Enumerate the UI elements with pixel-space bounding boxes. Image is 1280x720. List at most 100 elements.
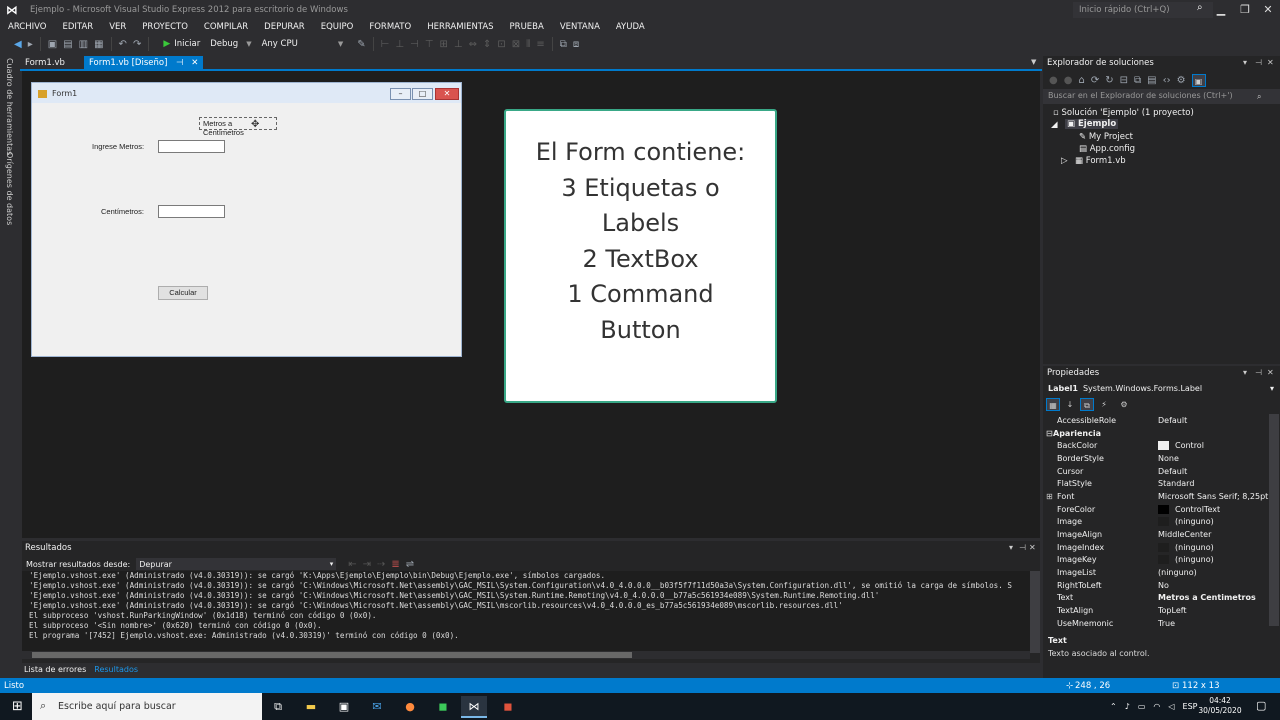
calculate-button[interactable]: Calcular bbox=[158, 286, 208, 300]
property-value[interactable]: (ninguno) bbox=[1158, 517, 1214, 527]
property-row[interactable]: Text Metros a Centimetros bbox=[1043, 592, 1269, 605]
menu-depurar[interactable]: DEPURAR bbox=[264, 22, 305, 32]
output-horizontal-scrollbar[interactable] bbox=[22, 651, 1030, 659]
tab-output[interactable]: Resultados bbox=[94, 665, 138, 674]
property-row[interactable]: ImageList (ninguno) bbox=[1043, 566, 1269, 579]
centimeters-textbox[interactable] bbox=[158, 205, 225, 218]
property-row[interactable]: RightToLeft No bbox=[1043, 579, 1269, 592]
make-same-size-icon[interactable]: ⊡ bbox=[497, 39, 505, 50]
output-text[interactable]: 'Ejemplo.vshost.exe' (Administrado (v4.0… bbox=[22, 571, 1030, 653]
chevron-down-icon[interactable]: ▼ bbox=[1031, 58, 1036, 66]
recorder-icon[interactable]: ◼ bbox=[495, 696, 521, 718]
make-same-width-icon[interactable]: ⇔ bbox=[469, 39, 477, 50]
menu-ver[interactable]: VER bbox=[109, 22, 126, 32]
store-icon[interactable]: ▣ bbox=[331, 696, 357, 718]
solution-search-input[interactable]: Buscar en el Explorador de soluciones (C… bbox=[1043, 89, 1280, 104]
property-value[interactable]: Microsoft Sans Serif; 8,25pt bbox=[1158, 492, 1268, 501]
property-row[interactable]: TextAlign TopLeft bbox=[1043, 604, 1269, 617]
property-row[interactable]: BorderStyle None bbox=[1043, 452, 1269, 465]
windows-start-icon[interactable]: ⊞ bbox=[12, 699, 23, 714]
view-code-icon[interactable]: ‹› bbox=[1163, 75, 1171, 86]
pin-icon[interactable]: ⊣ bbox=[1019, 543, 1026, 552]
clear-all-icon[interactable]: ≣ bbox=[391, 559, 399, 570]
send-to-back-icon[interactable]: ⧈ bbox=[573, 39, 579, 50]
menu-ventana[interactable]: VENTANA bbox=[560, 22, 600, 32]
forward-icon[interactable]: ● bbox=[1064, 75, 1073, 86]
close-button[interactable]: ✕ bbox=[1257, 1, 1279, 19]
property-row[interactable]: Image (ninguno) bbox=[1043, 516, 1269, 529]
word-wrap-icon[interactable]: ⇌ bbox=[406, 559, 414, 570]
properties-view-icon[interactable]: ⧉ bbox=[1080, 397, 1094, 411]
goto-icon[interactable]: ⇢ bbox=[377, 559, 385, 570]
quick-launch-input[interactable]: Inicio rápido (Ctrl+Q) bbox=[1073, 2, 1213, 18]
property-value[interactable]: ControlText bbox=[1158, 504, 1220, 514]
bring-to-front-icon[interactable]: ⧉ bbox=[560, 39, 567, 50]
property-row[interactable]: UseMnemonic True bbox=[1043, 617, 1269, 630]
property-value[interactable]: (ninguno) bbox=[1158, 568, 1197, 577]
view-designer-icon[interactable]: ▣ bbox=[1191, 73, 1206, 87]
chevron-down-icon[interactable]: ▾ bbox=[1009, 543, 1013, 552]
align-lefts-icon[interactable]: ⊢ bbox=[381, 39, 390, 50]
menu-formato[interactable]: FORMATO bbox=[369, 22, 411, 32]
property-value[interactable]: True bbox=[1158, 619, 1175, 628]
chevron-down-icon[interactable]: ▾ bbox=[1243, 368, 1247, 377]
taskbar-search-input[interactable]: Escribe aquí para buscar bbox=[32, 693, 262, 720]
configuration-select[interactable]: Debug ▼ bbox=[210, 39, 251, 49]
pin-icon[interactable]: ⊣ bbox=[1255, 58, 1262, 67]
property-row[interactable]: ForeColor ControlText bbox=[1043, 503, 1269, 516]
align-bottoms-icon[interactable]: ⊥ bbox=[454, 39, 463, 50]
property-value[interactable]: MiddleCenter bbox=[1158, 530, 1211, 539]
expand-icon[interactable]: ◢ bbox=[1051, 120, 1058, 130]
property-value[interactable]: No bbox=[1158, 581, 1169, 590]
menu-compilar[interactable]: COMPILAR bbox=[204, 22, 248, 32]
tree-item-my-project[interactable]: ✎ My Project bbox=[1079, 132, 1133, 142]
restore-button[interactable]: ❐ bbox=[1234, 1, 1256, 19]
new-project-icon[interactable]: ▣ bbox=[48, 39, 57, 50]
open-file-icon[interactable]: ▤ bbox=[63, 39, 72, 50]
home-icon[interactable]: ⌂ bbox=[1078, 75, 1084, 86]
chevron-down-icon[interactable]: ▾ bbox=[1243, 58, 1247, 67]
property-row[interactable]: ImageIndex (ninguno) bbox=[1043, 541, 1269, 554]
menu-herramientas[interactable]: HERRAMIENTAS bbox=[427, 22, 493, 32]
tab-form1-code[interactable]: Form1.vb bbox=[20, 56, 70, 70]
tree-item-form1[interactable]: ▦ Form1.vb bbox=[1075, 156, 1126, 166]
close-icon[interactable]: ✕ bbox=[1267, 58, 1274, 67]
show-all-icon[interactable]: ⧉ bbox=[1134, 75, 1141, 86]
data-sources-tab[interactable]: Orígenes de datos bbox=[5, 152, 14, 225]
make-same-height-icon[interactable]: ⇕ bbox=[483, 39, 491, 50]
find-previous-icon[interactable]: ⇤ bbox=[348, 559, 356, 570]
expand-arrow-icon[interactable]: ▷ bbox=[1061, 156, 1068, 166]
undo-icon[interactable]: ↶ bbox=[119, 39, 127, 50]
property-row[interactable]: ⊞ Font Microsoft Sans Serif; 8,25pt bbox=[1043, 490, 1269, 503]
property-value[interactable]: (ninguno) bbox=[1158, 555, 1214, 565]
categorized-icon[interactable]: ▦ bbox=[1046, 397, 1060, 411]
camtasia-icon[interactable]: ◼ bbox=[430, 696, 456, 718]
mic-icon[interactable]: ♪ bbox=[1125, 702, 1130, 711]
label-centimeters[interactable]: Centímetros: bbox=[101, 207, 144, 216]
property-pages-icon[interactable]: ⚙ bbox=[1117, 398, 1131, 411]
solution-node[interactable]: ▫ Solución 'Ejemplo' (1 proyecto) bbox=[1053, 108, 1194, 118]
start-debug-button[interactable]: ▶ Iniciar bbox=[163, 39, 200, 49]
forward-icon[interactable]: ▸ bbox=[28, 39, 33, 50]
wifi-icon[interactable]: ◠ bbox=[1153, 702, 1160, 711]
battery-icon[interactable]: ▭ bbox=[1138, 702, 1146, 711]
attach-icon[interactable]: ✎ bbox=[357, 39, 365, 50]
redo-icon[interactable]: ↷ bbox=[133, 39, 141, 50]
task-view-icon[interactable]: ⧉ bbox=[265, 696, 291, 718]
menu-archivo[interactable]: ARCHIVO bbox=[8, 22, 47, 32]
label-title[interactable]: Metros a Centímetros bbox=[199, 117, 277, 137]
pin-icon[interactable]: ⊣ bbox=[176, 58, 183, 68]
menu-equipo[interactable]: EQUIPO bbox=[321, 22, 354, 32]
property-value[interactable]: Control bbox=[1158, 441, 1204, 451]
property-category[interactable]: ⊟ Apariencia bbox=[1043, 427, 1269, 440]
property-row[interactable]: ImageKey (ninguno) bbox=[1043, 554, 1269, 567]
properties-object-select[interactable]: Label1 System.Windows.Forms.Label ▾ bbox=[1043, 382, 1280, 394]
search-icon[interactable]: ⌕ bbox=[1197, 2, 1203, 13]
properties-icon[interactable]: ▤ bbox=[1147, 75, 1156, 86]
alphabetical-icon[interactable]: ↓ bbox=[1063, 398, 1077, 411]
search-icon[interactable]: ⌕ bbox=[1257, 92, 1261, 102]
align-tops-icon[interactable]: ⊤ bbox=[425, 39, 434, 50]
expand-icon[interactable]: ⊞ bbox=[1046, 492, 1053, 501]
tree-item-app-config[interactable]: ▤ App.config bbox=[1079, 144, 1135, 154]
property-value[interactable]: Default bbox=[1158, 467, 1187, 476]
